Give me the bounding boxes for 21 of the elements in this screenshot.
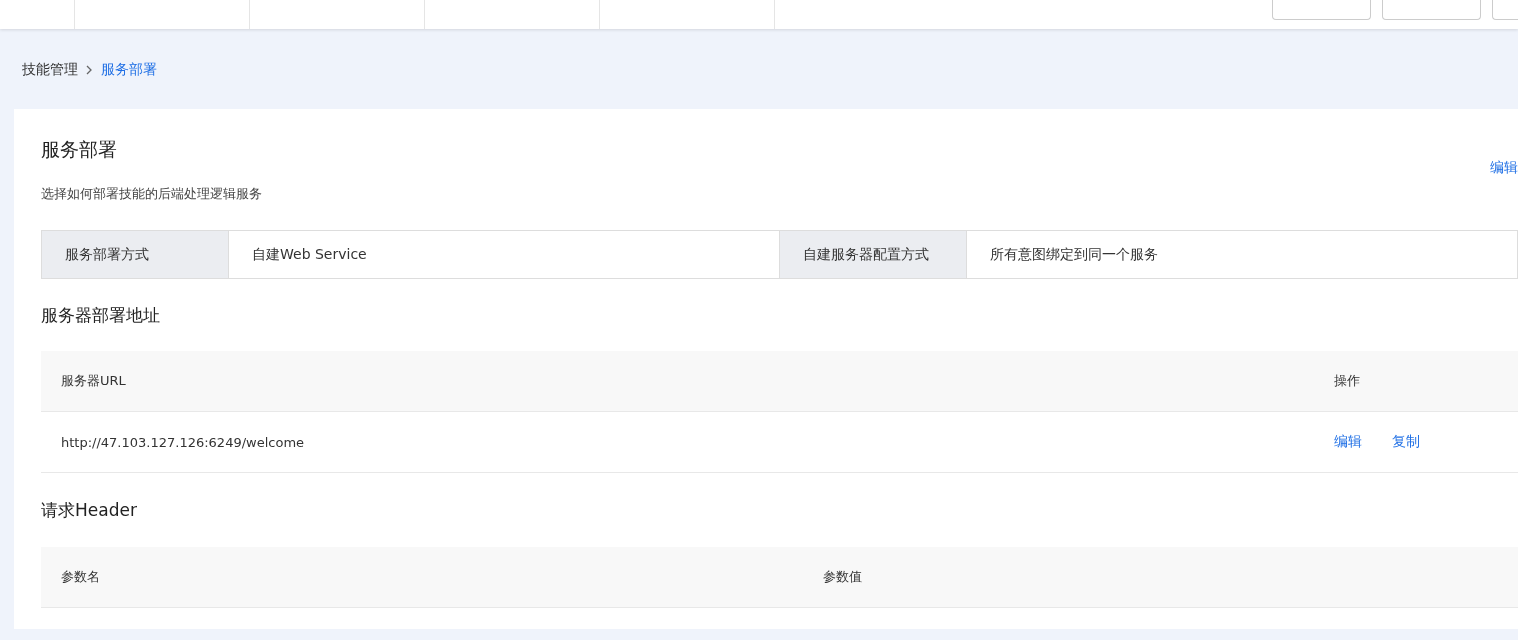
edit-link[interactable]: 编辑 xyxy=(1490,159,1518,177)
breadcrumb-item[interactable]: 技能管理 xyxy=(22,60,78,79)
breadcrumb-item: 服务部署 xyxy=(101,60,157,79)
toolbar-button[interactable] xyxy=(1382,0,1481,20)
toolbar-button[interactable] xyxy=(1492,0,1518,20)
column-header: 服务器URL xyxy=(60,372,127,390)
column-header: 操作 xyxy=(1333,372,1361,390)
section-title: 请求Header xyxy=(41,498,138,522)
page-title: 服务部署 xyxy=(41,137,117,162)
chevron-right-icon xyxy=(86,64,93,75)
toolbar-button[interactable] xyxy=(1272,0,1371,20)
column-header: 参数名 xyxy=(60,568,101,586)
page-description: 选择如何部署技能的后端处理逻辑服务 xyxy=(41,185,263,203)
info-label: 自建服务器配置方式 xyxy=(780,231,966,278)
info-value: 所有意图绑定到同一个服务 xyxy=(966,231,1518,278)
action-link[interactable]: 编辑 xyxy=(1334,433,1362,451)
url-cell-text: http://47.103.127.126:6249/welcome xyxy=(60,434,306,450)
column-header: 参数值 xyxy=(822,568,863,586)
info-label: 服务部署方式 xyxy=(42,231,228,278)
action-link[interactable]: 复制 xyxy=(1392,433,1420,451)
section-title: 服务器部署地址 xyxy=(41,303,161,327)
